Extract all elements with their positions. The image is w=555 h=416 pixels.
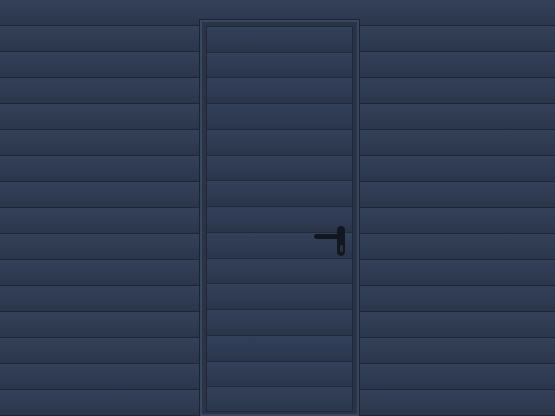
- door-panel: [207, 207, 352, 233]
- door-panel: [207, 155, 352, 182]
- door-panel: [207, 104, 352, 130]
- door-panel: [207, 258, 352, 285]
- door-panel: [207, 335, 352, 362]
- door-panel: [207, 78, 352, 105]
- door-panel: [207, 310, 352, 336]
- door-panel: [207, 52, 352, 79]
- door-panel: [207, 181, 352, 208]
- door-panel: [207, 361, 352, 388]
- door-panel: [207, 284, 352, 311]
- door-panel: [207, 387, 352, 411]
- door-panel: [207, 27, 352, 53]
- wicket-door[interactable]: [206, 26, 353, 412]
- keyhole-icon: [339, 245, 343, 252]
- door-panel: [207, 129, 352, 156]
- garage-door-scene: [0, 0, 555, 416]
